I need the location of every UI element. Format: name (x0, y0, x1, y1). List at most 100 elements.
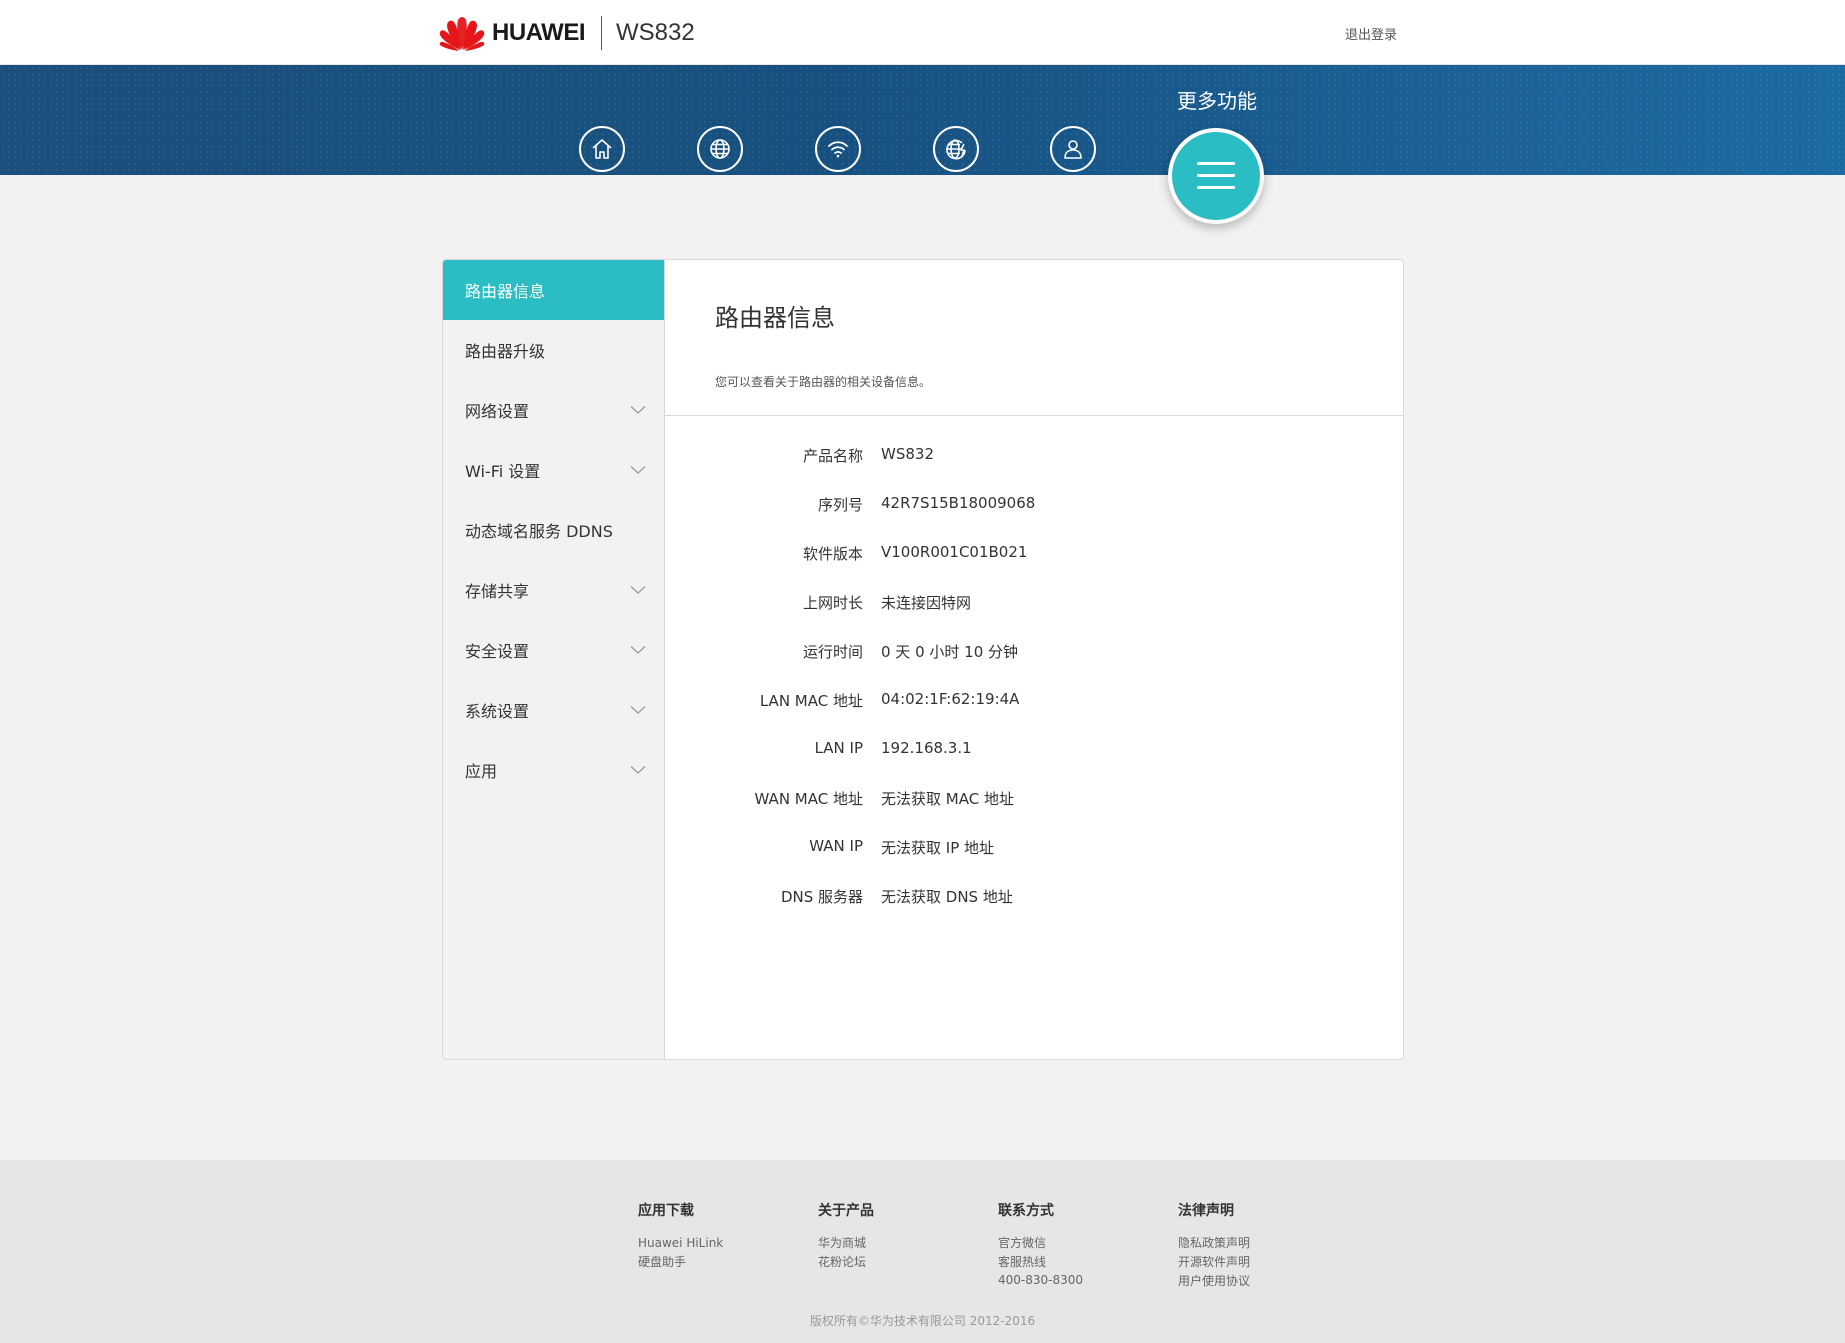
top-header: HUAWEI WS832 退出登录 (0, 0, 1845, 65)
chevron-down-icon (630, 586, 646, 594)
footer-link-privacy[interactable]: 隐私政策声明 (1178, 1234, 1328, 1253)
huawei-flower-icon (439, 17, 485, 51)
sidebar-item-label: 路由器升级 (465, 342, 546, 361)
info-value: 未连接因特网 (881, 594, 972, 612)
info-label: DNS 服务器 (780, 888, 863, 906)
wifi-icon (828, 141, 848, 158)
info-label: 产品名称 (802, 447, 863, 465)
copyright: 版权所有©华为技术有限公司 2012-2016 (809, 1314, 1036, 1328)
sidebar-item-label: 应用 (465, 762, 498, 781)
sidebar-item-security-settings[interactable]: 安全设置 (443, 620, 664, 680)
footer-column-title: 联系方式 (998, 1203, 1054, 1219)
device-model: WS832 (616, 19, 695, 46)
footer-link-open-source[interactable]: 开源软件声明 (1178, 1253, 1328, 1272)
main-panel: 路由器信息 路由器升级 网络设置 Wi-Fi 设置 动态域名服务 DDNS 存储… (442, 259, 1404, 1060)
info-label: 上网时长 (802, 594, 863, 612)
nav-network-button[interactable] (933, 126, 979, 172)
sidebar-item-storage-sharing[interactable]: 存储共享 (443, 560, 664, 620)
info-row-uptime: 运行时间 0 天 0 小时 10 分钟 (665, 641, 1403, 690)
footer-column-app-download: 应用下载 Huawei HiLink 硬盘助手 (638, 1200, 788, 1272)
chevron-down-icon (630, 466, 646, 474)
content-area: 路由器信息 您可以查看关于路由器的相关设备信息。 产品名称 WS832 序列号 … (665, 260, 1403, 1059)
chevron-down-icon (630, 766, 646, 774)
footer-link-user-agreement[interactable]: 用户使用协议 (1178, 1272, 1328, 1291)
footer-link-hotline[interactable]: 客服热线 (998, 1253, 1148, 1272)
sidebar-item-router-info[interactable]: 路由器信息 (443, 260, 664, 320)
sidebar-item-label: 安全设置 (465, 642, 530, 661)
info-label: 软件版本 (802, 545, 863, 563)
page-description: 您可以查看关于路由器的相关设备信息。 (715, 375, 932, 389)
info-row-wan-ip: WAN IP 无法获取 IP 地址 (665, 837, 1403, 886)
info-row-online-duration: 上网时长 未连接因特网 (665, 592, 1403, 641)
sidebar-item-label: Wi-Fi 设置 (465, 462, 541, 481)
footer: 应用下载 Huawei HiLink 硬盘助手 关于产品 华为商城 花粉论坛 联… (0, 1160, 1845, 1343)
info-label: LAN MAC 地址 (759, 692, 863, 710)
logout-link[interactable]: 退出登录 (1345, 24, 1397, 43)
info-value: 无法获取 DNS 地址 (881, 888, 1013, 906)
more-features-label: 更多功能 (1177, 89, 1257, 113)
info-value: 无法获取 MAC 地址 (881, 790, 1014, 808)
footer-column-title: 关于产品 (818, 1203, 874, 1219)
more-features-button[interactable] (1168, 128, 1264, 224)
sidebar-item-ddns[interactable]: 动态域名服务 DDNS (443, 500, 664, 560)
chevron-down-icon (630, 706, 646, 714)
info-row-wan-mac: WAN MAC 地址 无法获取 MAC 地址 (665, 788, 1403, 837)
hamburger-icon (1197, 162, 1235, 190)
sidebar-item-label: 动态域名服务 DDNS (465, 522, 613, 541)
sidebar-item-router-upgrade[interactable]: 路由器升级 (443, 320, 664, 380)
info-label: 运行时间 (802, 643, 863, 661)
nav-banner: 更多功能 (0, 65, 1845, 224)
chevron-down-icon (630, 646, 646, 654)
info-label: 序列号 (817, 496, 863, 514)
sidebar-item-apps[interactable]: 应用 (443, 740, 664, 800)
nav-home-button[interactable] (579, 126, 625, 172)
info-row-dns-server: DNS 服务器 无法获取 DNS 地址 (665, 886, 1403, 935)
info-value: 42R7S15B18009068 (881, 494, 1036, 512)
info-label: LAN IP (814, 739, 863, 757)
sidebar-item-label: 系统设置 (465, 702, 530, 721)
info-label: WAN IP (809, 837, 863, 855)
footer-column-contact: 联系方式 官方微信 客服热线 400-830-8300 (998, 1200, 1148, 1289)
footer-link-disk-helper[interactable]: 硬盘助手 (638, 1253, 788, 1272)
info-value: 04:02:1F:62:19:4A (881, 690, 1020, 708)
info-value: V100R001C01B021 (881, 543, 1028, 561)
sidebar-item-wifi-settings[interactable]: Wi-Fi 设置 (443, 440, 664, 500)
page-title: 路由器信息 (715, 304, 835, 332)
chevron-down-icon (630, 406, 646, 414)
globe-icon (710, 139, 730, 159)
globe-flash-icon (946, 139, 966, 160)
footer-hotline-number: 400-830-8300 (998, 1273, 1084, 1287)
sidebar-item-network-settings[interactable]: 网络设置 (443, 380, 664, 440)
nav-wifi-button[interactable] (815, 126, 861, 172)
footer-column-legal: 法律声明 隐私政策声明 开源软件声明 用户使用协议 (1178, 1200, 1328, 1291)
nav-user-button[interactable] (1050, 126, 1096, 172)
footer-link-vmall[interactable]: 华为商城 (818, 1234, 968, 1253)
footer-column-title: 法律声明 (1178, 1203, 1234, 1219)
footer-link-hilink[interactable]: Huawei HiLink (638, 1234, 788, 1253)
info-value: 0 天 0 小时 10 分钟 (881, 643, 1019, 661)
info-label: WAN MAC 地址 (754, 790, 863, 808)
footer-link-wechat[interactable]: 官方微信 (998, 1234, 1148, 1253)
huawei-logo[interactable]: HUAWEI WS832 (438, 14, 695, 52)
info-row-lan-ip: LAN IP 192.168.3.1 (665, 739, 1403, 788)
sidebar-item-system-settings[interactable]: 系统设置 (443, 680, 664, 740)
logo-divider (601, 16, 602, 50)
brand-name: HUAWEI (492, 19, 586, 46)
info-row-serial-number: 序列号 42R7S15B18009068 (665, 494, 1403, 543)
info-row-software-version: 软件版本 V100R001C01B021 (665, 543, 1403, 592)
info-row-lan-mac: LAN MAC 地址 04:02:1F:62:19:4A (665, 690, 1403, 739)
sidebar: 路由器信息 路由器升级 网络设置 Wi-Fi 设置 动态域名服务 DDNS 存储… (443, 260, 665, 1059)
router-info-table: 产品名称 WS832 序列号 42R7S15B18009068 软件版本 V10… (665, 445, 1403, 935)
info-row-product-name: 产品名称 WS832 (665, 445, 1403, 494)
info-value: 无法获取 IP 地址 (881, 839, 995, 857)
sidebar-item-label: 存储共享 (465, 582, 530, 601)
user-icon (1064, 140, 1082, 159)
nav-internet-button[interactable] (697, 126, 743, 172)
footer-column-about-product: 关于产品 华为商城 花粉论坛 (818, 1200, 968, 1272)
footer-link-forum[interactable]: 花粉论坛 (818, 1253, 968, 1272)
info-value: 192.168.3.1 (881, 739, 972, 757)
content-header: 路由器信息 您可以查看关于路由器的相关设备信息。 (665, 260, 1403, 416)
sidebar-item-label: 路由器信息 (465, 282, 546, 301)
footer-column-title: 应用下载 (638, 1203, 694, 1219)
home-icon (592, 139, 612, 159)
